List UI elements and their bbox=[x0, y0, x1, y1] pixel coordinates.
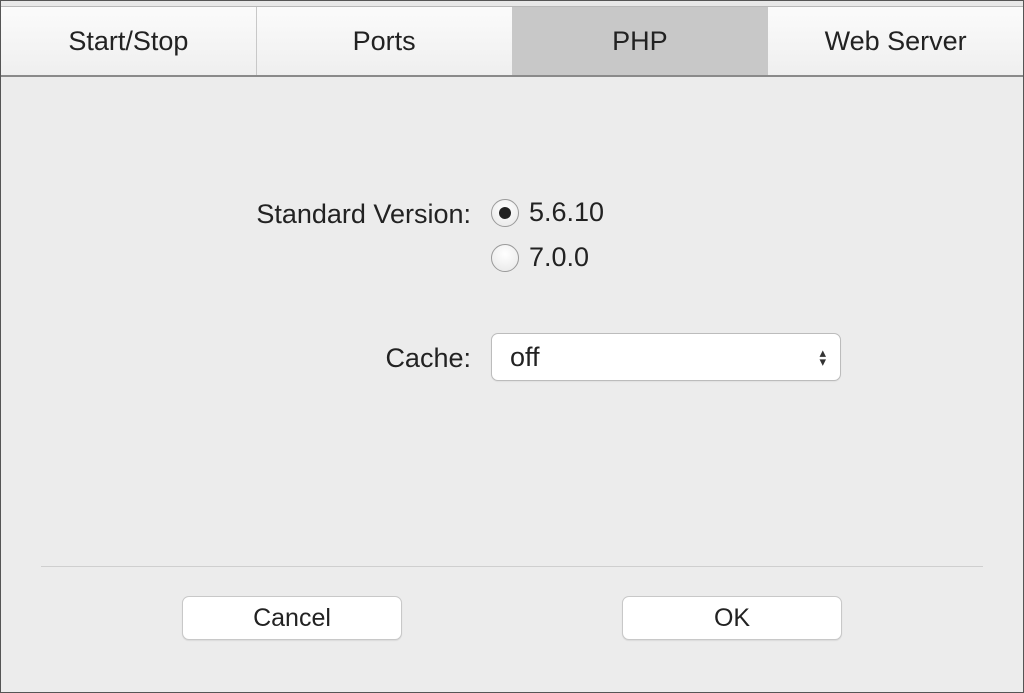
tab-label: Start/Stop bbox=[68, 26, 188, 57]
radio-option-5-6-10[interactable]: 5.6.10 bbox=[491, 197, 963, 228]
tab-label: Ports bbox=[353, 26, 416, 57]
ok-button[interactable]: OK bbox=[622, 596, 842, 640]
cancel-button[interactable]: Cancel bbox=[182, 596, 402, 640]
content-pane: Standard Version: 5.6.10 7.0.0 Cache: bbox=[1, 77, 1023, 692]
tab-web-server[interactable]: Web Server bbox=[768, 7, 1023, 75]
cache-select-value: off bbox=[510, 342, 540, 373]
tab-ports[interactable]: Ports bbox=[257, 7, 513, 75]
tab-bar: Start/Stop Ports PHP Web Server bbox=[1, 7, 1023, 77]
button-row: Cancel OK bbox=[1, 596, 1023, 640]
radio-option-7-0-0[interactable]: 7.0.0 bbox=[491, 242, 963, 273]
version-options: 5.6.10 7.0.0 bbox=[491, 197, 963, 273]
cache-select[interactable]: off ▴ ▾ bbox=[491, 333, 841, 381]
cache-control: off ▴ ▾ bbox=[491, 333, 963, 381]
version-label: Standard Version: bbox=[61, 197, 491, 230]
cache-label: Cache: bbox=[61, 333, 491, 374]
form-area: Standard Version: 5.6.10 7.0.0 Cache: bbox=[1, 197, 1023, 409]
radio-icon bbox=[491, 244, 519, 272]
divider bbox=[41, 566, 983, 567]
button-label: OK bbox=[714, 604, 750, 633]
row-version: Standard Version: 5.6.10 7.0.0 bbox=[61, 197, 963, 273]
preferences-window: Start/Stop Ports PHP Web Server Standard… bbox=[0, 0, 1024, 693]
radio-label: 5.6.10 bbox=[529, 197, 604, 228]
button-label: Cancel bbox=[253, 604, 331, 633]
row-cache: Cache: off ▴ ▾ bbox=[61, 333, 963, 381]
tab-start-stop[interactable]: Start/Stop bbox=[1, 7, 257, 75]
tab-php[interactable]: PHP bbox=[513, 7, 769, 75]
updown-icon: ▴ ▾ bbox=[819, 348, 826, 366]
radio-icon bbox=[491, 199, 519, 227]
radio-label: 7.0.0 bbox=[529, 242, 589, 273]
tab-label: PHP bbox=[612, 26, 668, 57]
tab-label: Web Server bbox=[825, 26, 967, 57]
